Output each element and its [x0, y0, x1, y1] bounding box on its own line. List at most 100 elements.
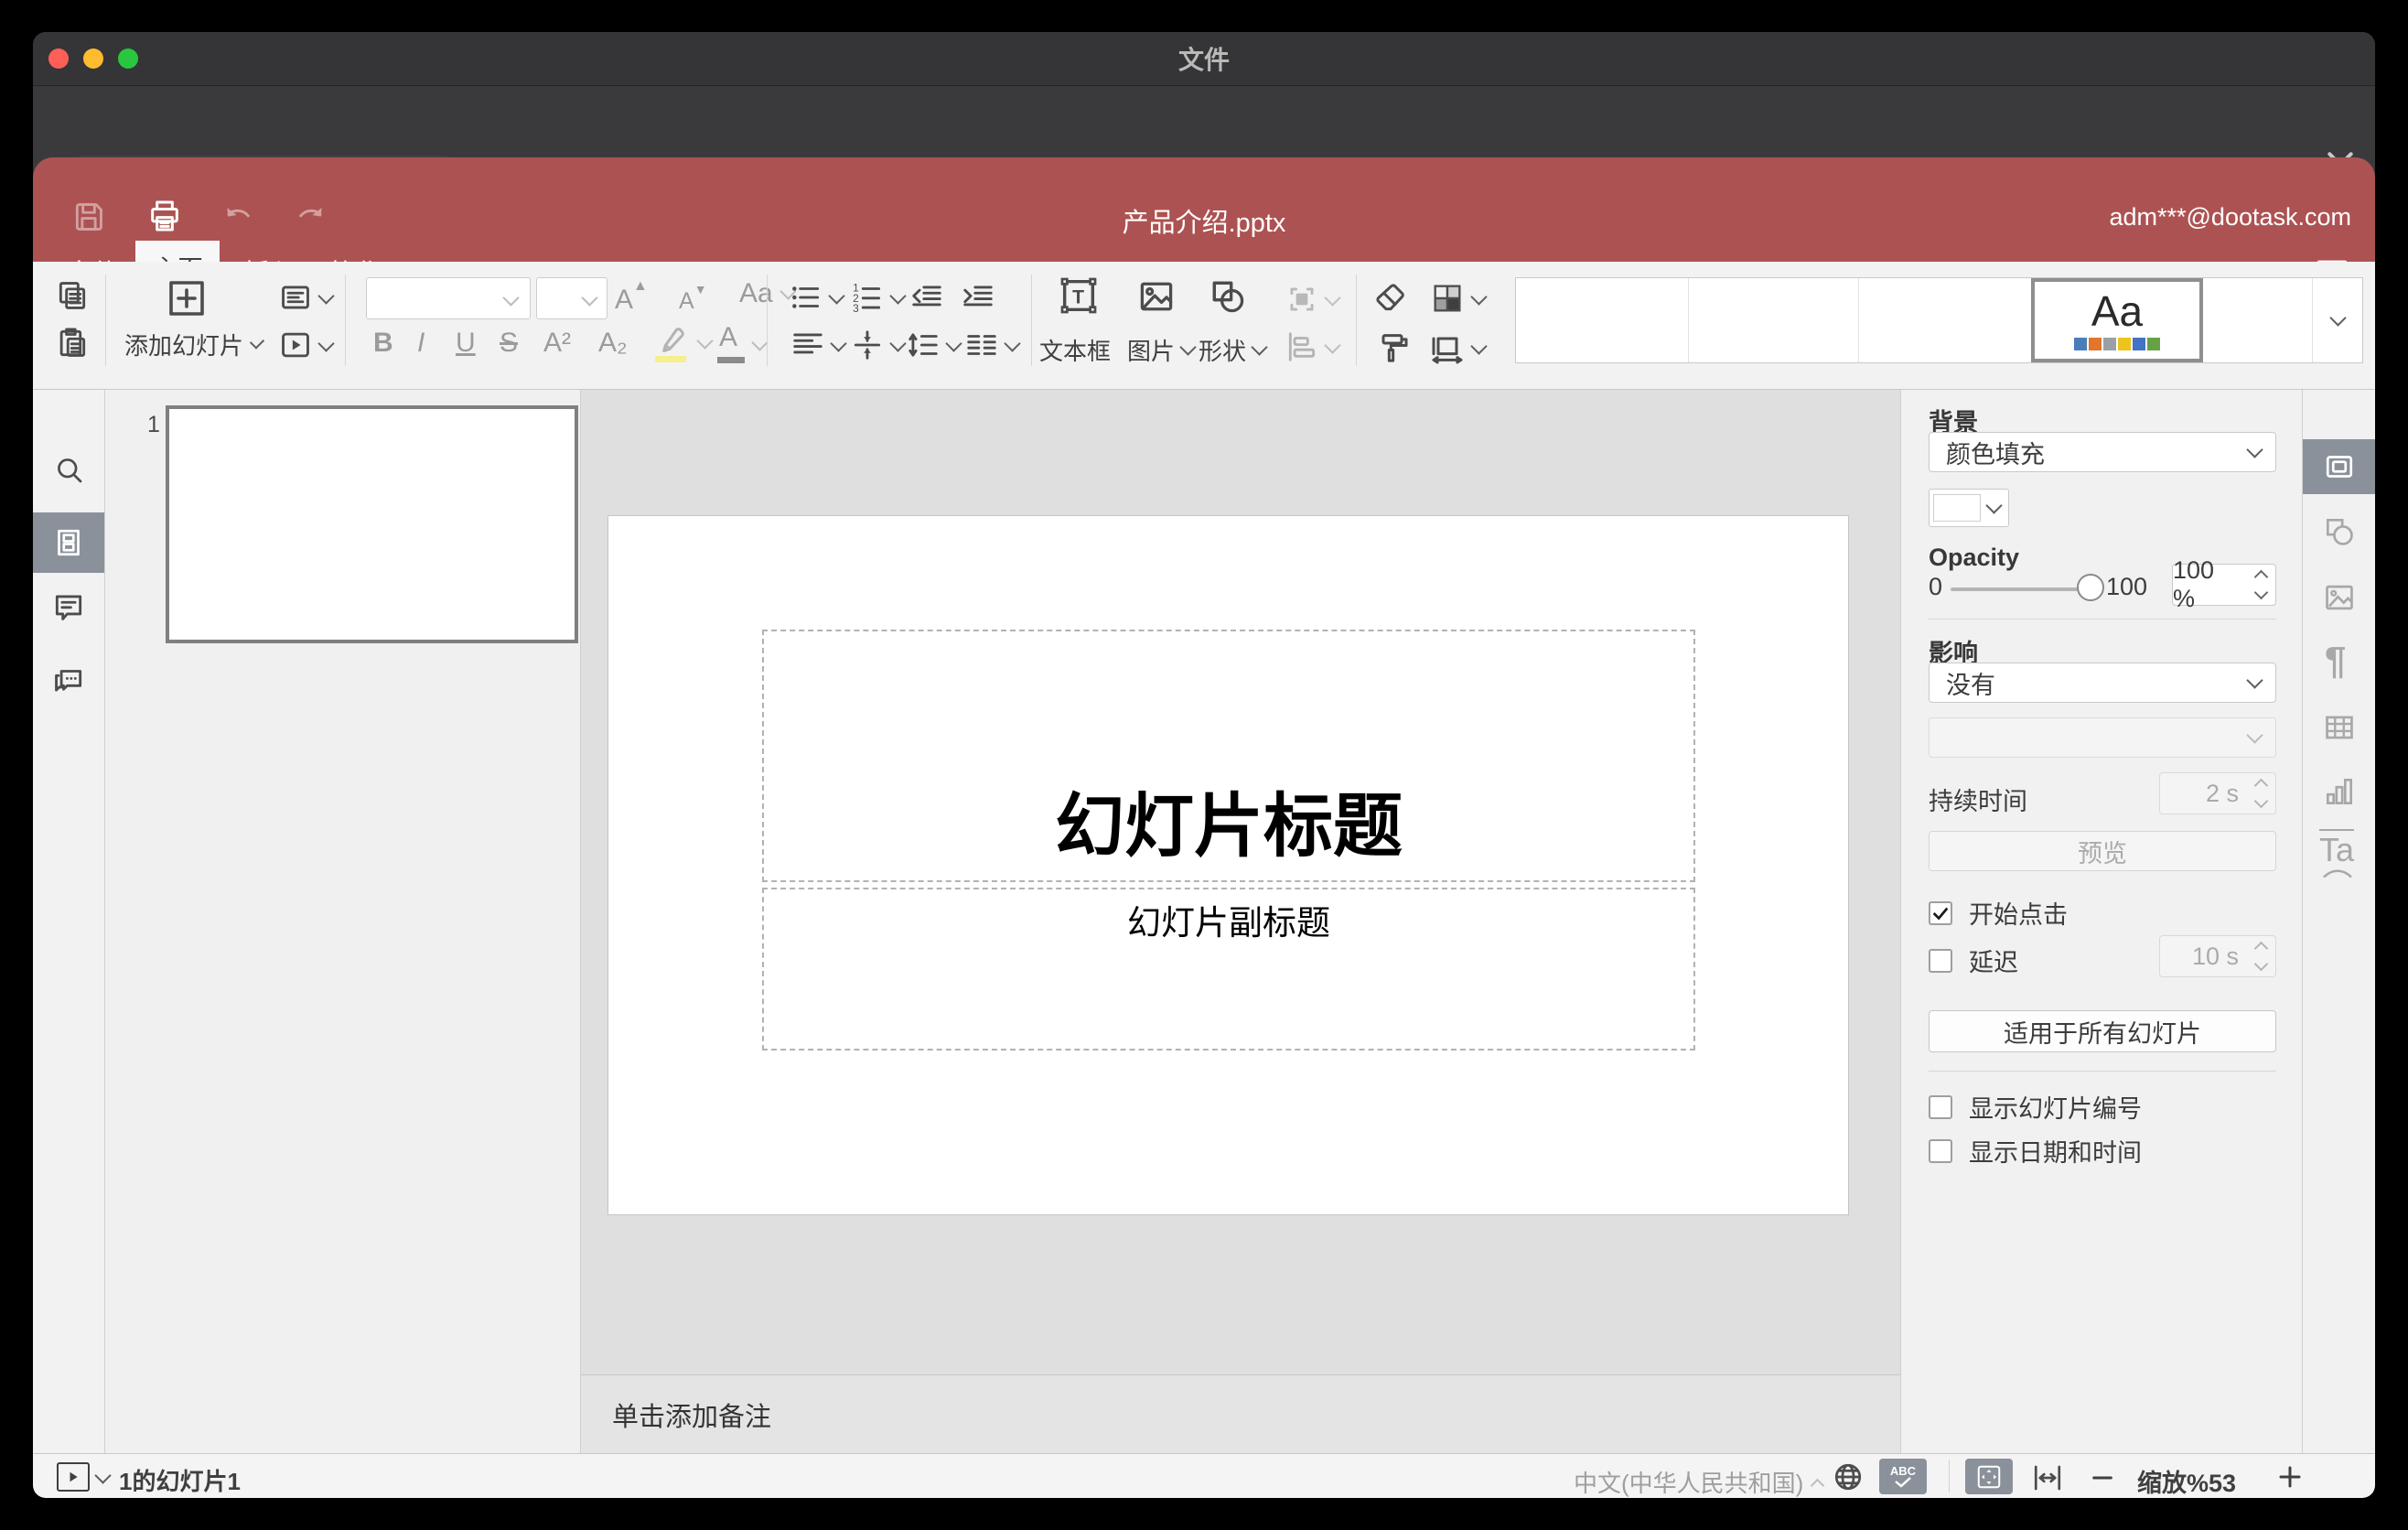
- change-case-label: Aa: [739, 278, 773, 308]
- effect-select[interactable]: 没有: [1929, 663, 2276, 703]
- strikethrough-button[interactable]: S: [500, 328, 518, 359]
- globe-icon[interactable]: [1832, 1460, 1865, 1493]
- subtitle-placeholder[interactable]: 幻灯片副标题: [762, 888, 1695, 1051]
- fill-type-select[interactable]: 颜色填充: [1929, 432, 2276, 472]
- show-date-time-checkbox[interactable]: [1929, 1138, 1952, 1163]
- paint-roller-icon[interactable]: [1374, 329, 1411, 366]
- underline-button[interactable]: U: [456, 328, 476, 359]
- highlight-color-button[interactable]: [653, 324, 714, 362]
- sidebar-item-slides[interactable]: [33, 512, 104, 573]
- textbox-icon[interactable]: T: [1058, 275, 1100, 317]
- shape-settings-icon[interactable]: [2322, 514, 2357, 549]
- bold-button[interactable]: B: [373, 328, 393, 359]
- show-date-time-row[interactable]: 显示日期和时间: [1929, 1133, 2142, 1169]
- theme-option-selected[interactable]: Aa: [2031, 278, 2203, 362]
- table-settings-icon[interactable]: [2322, 710, 2357, 745]
- slides-icon: [58, 529, 80, 556]
- panel-tab-slide-settings[interactable]: [2303, 439, 2375, 494]
- zoom-in-icon[interactable]: [2276, 1463, 2304, 1491]
- slideshow-button[interactable]: [278, 328, 335, 362]
- image-icon[interactable]: [1136, 276, 1177, 317]
- theme-option-blank-4[interactable]: [2203, 278, 2313, 362]
- spinner-arrows-icon[interactable]: [2253, 778, 2269, 809]
- spinner-arrows-icon[interactable]: [2253, 941, 2269, 972]
- image-settings-icon[interactable]: [2322, 580, 2357, 615]
- eraser-icon[interactable]: [1372, 280, 1409, 317]
- theme-option-blank-3[interactable]: [1859, 278, 2031, 362]
- search-icon[interactable]: [53, 454, 86, 487]
- decrease-font-button[interactable]: A▼: [679, 282, 707, 315]
- color-scheme-button[interactable]: [1429, 280, 1488, 317]
- slide-size-button[interactable]: [1429, 329, 1488, 366]
- columns-button[interactable]: [964, 328, 1021, 362]
- increase-indent-icon[interactable]: [961, 280, 995, 315]
- duration-input[interactable]: 2 s: [2159, 772, 2276, 814]
- copy-icon[interactable]: [55, 278, 90, 313]
- notes-placeholder: 单击添加备注: [612, 1402, 772, 1432]
- language-selector[interactable]: 中文(中华人民共和国): [1574, 1465, 1825, 1498]
- chart-settings-icon[interactable]: [2322, 774, 2357, 809]
- fit-slide-button[interactable]: [1965, 1459, 2013, 1494]
- add-slide-label: 添加幻灯片: [124, 332, 244, 360]
- paste-icon[interactable]: [55, 326, 90, 361]
- comments-icon[interactable]: [51, 589, 86, 624]
- opacity-slider-knob[interactable]: [2077, 574, 2104, 601]
- opacity-value-input[interactable]: 100 %: [2172, 556, 2276, 612]
- font-size-select[interactable]: [536, 277, 607, 319]
- delay-input[interactable]: 10 s: [2159, 935, 2276, 977]
- title-placeholder[interactable]: 幻灯片标题: [762, 630, 1695, 882]
- preview-button[interactable]: 预览: [1929, 831, 2276, 871]
- textbox-label[interactable]: 文本框: [1039, 333, 1111, 367]
- slide-thumbnail[interactable]: [166, 405, 578, 643]
- add-slide-icon[interactable]: [165, 276, 209, 320]
- arrange-shape-button[interactable]: [1285, 282, 1341, 317]
- apply-to-all-button[interactable]: 适用于所有幻灯片: [1929, 1010, 2276, 1052]
- shape-icon[interactable]: [1208, 276, 1248, 317]
- window-title: 文件: [1177, 46, 1230, 74]
- align-objects-button[interactable]: [1285, 329, 1341, 364]
- toolbar: 添加幻灯片 A▲ A▼ Aa B I U S A² A₂ A 1 2 3 T 文…: [33, 262, 2375, 390]
- numbered-list-button[interactable]: 1 2 3: [850, 280, 907, 315]
- theme-gallery-expand[interactable]: [2313, 278, 2362, 362]
- svg-text:T: T: [1072, 286, 1084, 307]
- show-slide-number-checkbox[interactable]: [1929, 1094, 1952, 1119]
- decrease-indent-icon[interactable]: [909, 280, 944, 315]
- superscript-button[interactable]: A²: [543, 328, 571, 359]
- font-name-select[interactable]: [366, 277, 531, 319]
- add-slide-button[interactable]: 添加幻灯片: [124, 328, 265, 361]
- delay-row[interactable]: 延迟: [1929, 943, 2018, 978]
- effect-type-select[interactable]: [1929, 717, 2276, 758]
- close-icon[interactable]: [2322, 146, 2359, 157]
- start-slideshow-button[interactable]: [57, 1462, 90, 1492]
- start-on-click-row[interactable]: 开始点击: [1929, 895, 2068, 931]
- italic-button[interactable]: I: [417, 328, 425, 359]
- notes-area[interactable]: 单击添加备注: [581, 1374, 1901, 1453]
- slideshow-mode-chevron-icon[interactable]: [94, 1467, 112, 1484]
- paragraph-settings-icon[interactable]: ¶: [2325, 639, 2346, 683]
- textart-settings-icon[interactable]: Ta: [2319, 829, 2356, 878]
- line-spacing-button[interactable]: [906, 328, 962, 362]
- spellcheck-button[interactable]: ABC: [1879, 1459, 1927, 1494]
- subscript-button[interactable]: A₂: [598, 328, 628, 359]
- bullet-list-button[interactable]: [789, 280, 845, 315]
- chat-icon[interactable]: [51, 663, 86, 697]
- fill-color-picker[interactable]: [1929, 489, 2009, 527]
- delay-checkbox[interactable]: [1929, 948, 1952, 973]
- spinner-arrows-icon[interactable]: [2253, 569, 2269, 600]
- shape-button[interactable]: 形状: [1199, 333, 1268, 367]
- fit-width-icon[interactable]: [2031, 1461, 2064, 1494]
- image-button[interactable]: 图片: [1127, 333, 1197, 367]
- opacity-slider-track[interactable]: [1951, 587, 2090, 591]
- theme-option-blank-2[interactable]: [1689, 278, 1859, 362]
- slide-layout-button[interactable]: [278, 280, 335, 315]
- start-on-click-checkbox[interactable]: [1929, 900, 1952, 925]
- theme-option-blank-1[interactable]: [1516, 278, 1689, 362]
- font-color-button[interactable]: A: [717, 322, 769, 363]
- show-slide-number-row[interactable]: 显示幻灯片编号: [1929, 1089, 2142, 1125]
- theme-color-swatch: [2118, 338, 2131, 350]
- vertical-align-button[interactable]: [850, 328, 907, 362]
- zoom-out-icon[interactable]: [2090, 1465, 2115, 1491]
- align-button[interactable]: [790, 328, 847, 362]
- increase-font-button[interactable]: A▲: [615, 278, 648, 316]
- slide-page[interactable]: 幻灯片标题 幻灯片副标题: [607, 515, 1849, 1215]
